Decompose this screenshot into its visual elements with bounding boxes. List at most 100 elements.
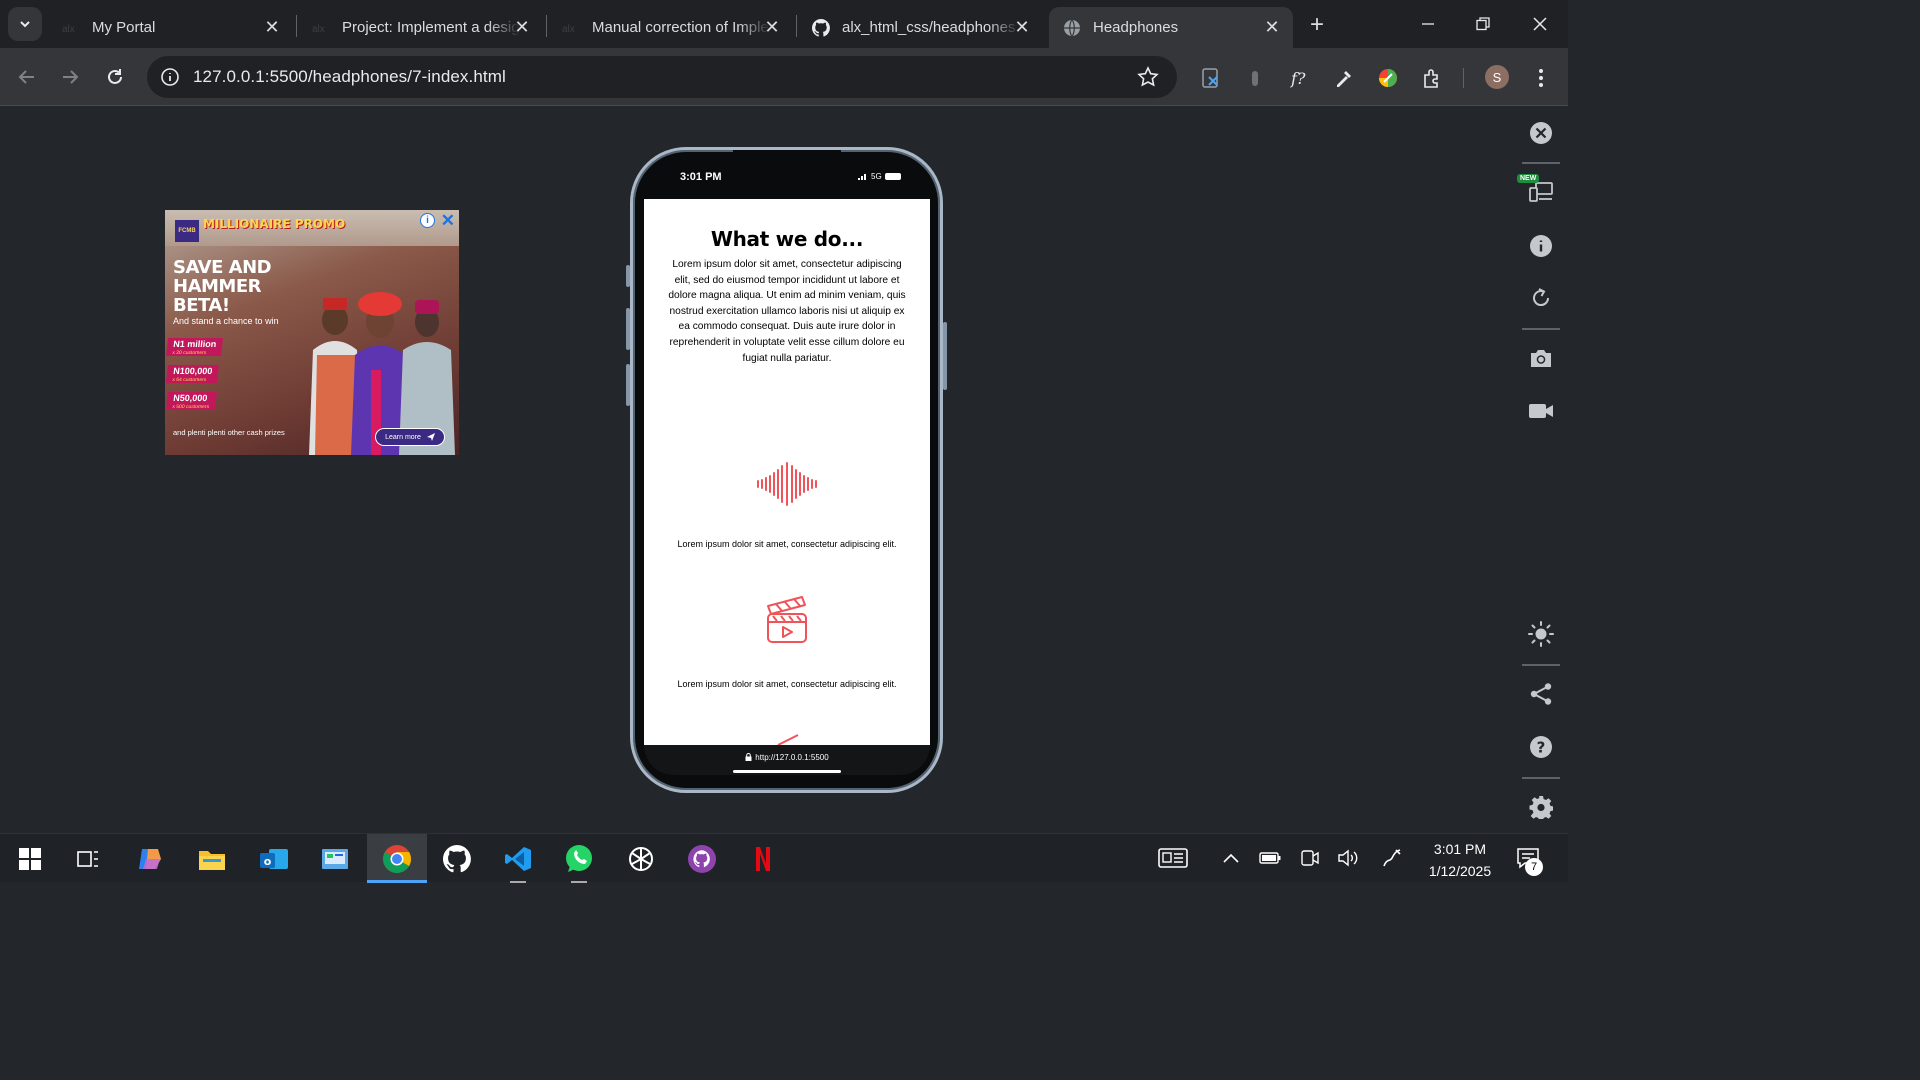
panel-divider xyxy=(1522,664,1560,666)
partial-next-icon xyxy=(644,733,930,745)
extensions-puzzle-icon[interactable] xyxy=(1419,65,1445,91)
extension-ink-icon[interactable] xyxy=(1242,65,1268,91)
pen-ink-icon[interactable] xyxy=(1380,846,1404,870)
ad-banner[interactable]: FCMB MILLIONAIRE PROMO i ✕ SAVE AND HAMM… xyxy=(165,210,459,455)
info-icon[interactable] xyxy=(1528,233,1554,259)
forward-button[interactable] xyxy=(56,63,84,91)
reload-button[interactable] xyxy=(101,63,129,91)
tab-manual-correction[interactable]: alx Manual correction of Implement ✕ xyxy=(548,7,793,48)
file-explorer-app[interactable] xyxy=(182,834,242,883)
news-widget-icon[interactable] xyxy=(1157,846,1189,870)
netflix-app[interactable] xyxy=(733,834,793,883)
phone-url-text: http://127.0.0.1:5500 xyxy=(755,753,829,762)
tab-divider xyxy=(796,15,797,37)
close-tab-icon[interactable]: ✕ xyxy=(761,16,783,38)
show-hidden-icons-icon[interactable] xyxy=(1219,846,1243,870)
close-tab-icon[interactable]: ✕ xyxy=(1011,16,1033,38)
webcam-status-icon[interactable] xyxy=(1298,846,1322,870)
extension-colorzilla-icon[interactable] xyxy=(1375,65,1401,91)
panel-divider xyxy=(1522,777,1560,779)
start-button[interactable] xyxy=(0,834,60,883)
help-icon[interactable]: ? xyxy=(1528,734,1554,760)
volume-icon[interactable] xyxy=(1336,846,1360,870)
github-icon xyxy=(443,844,471,872)
netflix-icon xyxy=(756,846,770,871)
outlook-icon: o xyxy=(260,848,288,869)
close-tab-icon[interactable]: ✕ xyxy=(261,16,283,38)
close-tab-icon[interactable]: ✕ xyxy=(1261,16,1283,38)
close-panel-icon[interactable] xyxy=(1528,120,1554,146)
restore-icon xyxy=(1476,17,1490,31)
panel-divider xyxy=(1522,162,1560,164)
video-camera-icon[interactable] xyxy=(1528,398,1554,424)
back-button[interactable] xyxy=(13,63,41,91)
feature-text: Lorem ipsum dolor sit amet, consectetur … xyxy=(677,679,897,689)
github-icon xyxy=(812,18,830,37)
tab-headphones[interactable]: Headphones ✕ xyxy=(1049,7,1293,48)
svg-text:f?: f? xyxy=(1290,69,1306,88)
section-paragraph: Lorem ipsum dolor sit amet, consectetur … xyxy=(668,259,906,364)
arrow-right-icon xyxy=(63,70,79,84)
share-icon[interactable] xyxy=(1528,681,1554,707)
github-desktop-purple-app[interactable] xyxy=(672,834,732,883)
close-tab-icon[interactable]: ✕ xyxy=(511,16,533,38)
bookmark-star-icon[interactable] xyxy=(1137,66,1159,88)
ad-subline: And stand a chance to win xyxy=(173,316,279,326)
battery-icon xyxy=(884,173,901,180)
task-view-icon xyxy=(77,850,98,867)
extension-color-picker-icon[interactable] xyxy=(1331,65,1357,91)
tab-project[interactable]: alx Project: Implement a design ✕ xyxy=(298,7,543,48)
github-desktop-app[interactable] xyxy=(427,834,487,883)
info-icon[interactable] xyxy=(159,66,181,88)
close-window-button[interactable] xyxy=(1525,10,1555,38)
address-bar[interactable]: 127.0.0.1:5500/headphones/7-index.html xyxy=(147,56,1177,98)
phone-url-bar[interactable]: http://127.0.0.1:5500 xyxy=(644,753,930,762)
new-tab-button[interactable]: + xyxy=(1303,11,1331,39)
ad-info-icon[interactable]: i xyxy=(420,213,435,228)
copilot-app[interactable] xyxy=(120,834,180,883)
phone-notch xyxy=(733,150,841,182)
tab-search-button[interactable] xyxy=(8,7,42,41)
prize-note: x 20 customers xyxy=(172,350,207,356)
tab-github-repo[interactable]: alx_html_css/headphones ✕ xyxy=(798,7,1043,48)
restore-button[interactable] xyxy=(1468,10,1498,38)
folder-icon xyxy=(199,850,225,870)
vscode-app[interactable] xyxy=(488,834,548,883)
sound-wave-icon xyxy=(644,461,930,507)
ad-close-icon[interactable]: ✕ xyxy=(441,211,455,231)
outlook-app[interactable]: o xyxy=(244,834,304,883)
tab-my-portal[interactable]: alx My Portal ✕ xyxy=(48,7,293,48)
tab-divider xyxy=(546,15,547,37)
settings-gear-icon[interactable] xyxy=(1528,794,1554,820)
tab-title: Headphones xyxy=(1093,19,1179,36)
notification-count-badge: 7 xyxy=(1525,858,1543,876)
ad-headline: SAVE AND HAMMER BETA! xyxy=(173,257,272,316)
globe-icon xyxy=(1063,19,1081,37)
profile-avatar[interactable]: S xyxy=(1485,65,1509,89)
minimize-button[interactable] xyxy=(1413,10,1443,38)
tab-title: My Portal xyxy=(92,19,156,36)
whatsapp-app[interactable] xyxy=(549,834,609,883)
svg-text:alx: alx xyxy=(62,24,75,34)
minimize-icon xyxy=(1422,23,1434,25)
close-icon xyxy=(1533,17,1547,31)
menu-kebab-icon[interactable] xyxy=(1528,65,1554,91)
extension-clear-cache-icon[interactable] xyxy=(1198,65,1224,91)
rotate-icon[interactable] xyxy=(1528,285,1554,311)
extension-font-icon[interactable]: f? xyxy=(1287,65,1313,91)
camera-icon[interactable] xyxy=(1528,345,1554,371)
alx-icon: alx xyxy=(62,19,80,37)
battery-icon[interactable] xyxy=(1258,846,1282,870)
prize-note: x 500 customers xyxy=(172,404,210,410)
chatgpt-app[interactable] xyxy=(611,834,671,883)
ad-learn-more-button[interactable]: Learn more xyxy=(375,428,445,446)
brightness-icon[interactable] xyxy=(1528,621,1554,647)
toolbar-divider xyxy=(1463,68,1464,88)
ad-prize-1: N1 million x 20 customers xyxy=(166,338,223,356)
control-panel-app[interactable] xyxy=(305,834,365,883)
system-clock[interactable]: 3:01 PM 1/12/2025 xyxy=(1416,838,1504,882)
alx-icon: alx xyxy=(312,19,330,37)
task-view-button[interactable] xyxy=(58,834,118,883)
url-text[interactable]: 127.0.0.1:5500/headphones/7-index.html xyxy=(193,67,506,87)
chrome-app[interactable] xyxy=(367,834,427,883)
